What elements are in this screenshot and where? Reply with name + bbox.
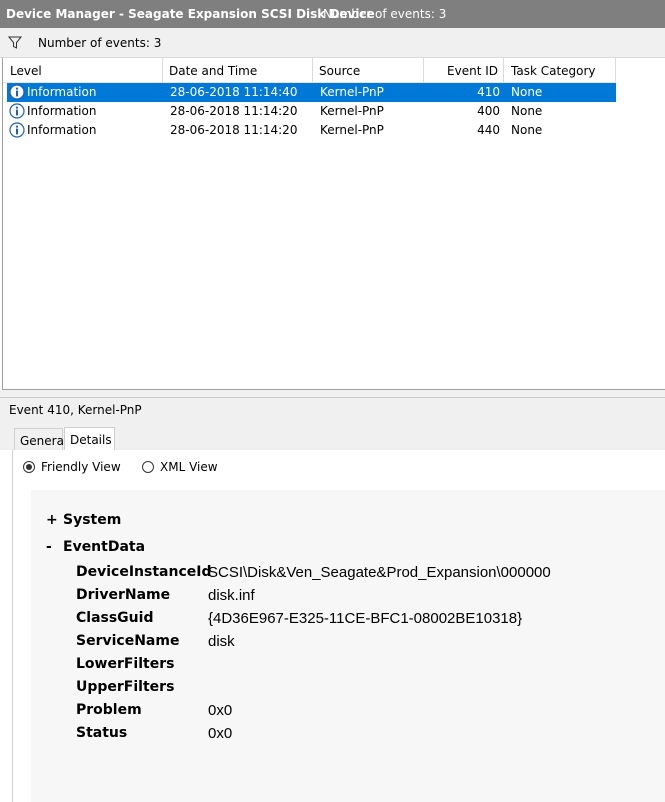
- column-header-source[interactable]: Source: [313, 58, 424, 83]
- cell-date-time: 28-06-2018 11:14:20: [170, 123, 298, 137]
- cell-level: Information: [27, 85, 97, 99]
- detail-tabs: General Details: [0, 422, 665, 451]
- cell-event-id: 440: [477, 123, 500, 137]
- cell-task-category: None: [511, 123, 543, 137]
- detail-value: SCSI\Disk&Ven_Seagate&Prod_Expansion\000…: [208, 564, 551, 581]
- details-panel: Friendly View XML View + System - EventDat…: [12, 450, 665, 802]
- detail-value: 0x0: [208, 702, 233, 719]
- tab-general[interactable]: General: [14, 428, 67, 450]
- cell-source: Kernel-PnP: [320, 85, 384, 99]
- event-details-content: + System - EventData DeviceInstanceId SCSI…: [31, 490, 665, 802]
- collapse-toggle: -: [46, 539, 52, 555]
- events-table[interactable]: Level Date and Time Source Event ID Task…: [2, 58, 665, 390]
- event-detail-header: Event 410, Kernel-PnP: [0, 398, 665, 422]
- information-icon: [9, 103, 25, 119]
- detail-key: ClassGuid: [76, 610, 154, 626]
- eventdata-section-label: EventData: [63, 539, 146, 555]
- detail-value: disk.inf: [208, 587, 255, 604]
- system-section-label: System: [63, 512, 122, 528]
- column-header-task-category[interactable]: Task Category: [504, 58, 616, 83]
- cell-source: Kernel-PnP: [320, 104, 384, 118]
- radio-circle: [23, 461, 35, 473]
- event-count-label: Number of events: 3: [323, 7, 447, 21]
- cell-level: Information: [27, 123, 97, 137]
- cell-event-id: 400: [477, 104, 500, 118]
- detail-value: disk: [208, 633, 235, 650]
- cell-date-time: 28-06-2018 11:14:40: [170, 85, 298, 99]
- table-row[interactable]: Information 28-06-2018 11:14:20 Kernel-P…: [7, 121, 616, 140]
- detail-value: 0x0: [208, 725, 233, 742]
- column-header-level[interactable]: Level: [3, 58, 163, 83]
- detail-value: {4D36E967-E325-11CE-BFC1-08002BE10318}: [208, 610, 523, 627]
- cell-task-category: None: [511, 104, 543, 118]
- detail-key: ServiceName: [76, 633, 180, 649]
- detail-key: DriverName: [76, 587, 171, 603]
- view-options: Friendly View XML View: [13, 450, 654, 490]
- pane-splitter[interactable]: [0, 390, 665, 398]
- cell-date-time: 28-06-2018 11:14:20: [170, 104, 298, 118]
- cell-source: Kernel-PnP: [320, 123, 384, 137]
- cell-task-category: None: [511, 85, 543, 99]
- friendly-view-label: Friendly View: [41, 460, 121, 474]
- xml-view-label: XML View: [160, 460, 218, 474]
- detail-key: Problem: [76, 702, 142, 718]
- system-section-toggle[interactable]: + System: [46, 512, 121, 528]
- filter-bar: Number of events: 3: [0, 28, 665, 58]
- information-icon: [9, 122, 25, 138]
- column-header-event-id[interactable]: Event ID: [424, 58, 504, 83]
- detail-key: UpperFilters: [76, 679, 175, 695]
- title-bar: Device Manager - Seagate Expansion SCSI …: [0, 0, 665, 28]
- cell-level: Information: [27, 104, 97, 118]
- tab-details[interactable]: Details: [64, 427, 115, 451]
- table-row[interactable]: Information 28-06-2018 11:14:20 Kernel-P…: [7, 102, 616, 121]
- eventdata-section-toggle[interactable]: - EventData: [46, 539, 145, 555]
- column-header-date-time[interactable]: Date and Time: [163, 58, 313, 83]
- table-row[interactable]: Information 28-06-2018 11:14:40 Kernel-P…: [7, 83, 616, 102]
- detail-key: LowerFilters: [76, 656, 175, 672]
- detail-key: DeviceInstanceId: [76, 564, 212, 580]
- radio-circle: [142, 461, 154, 473]
- filter-icon[interactable]: [8, 36, 22, 50]
- filter-summary: Number of events: 3: [38, 36, 162, 50]
- expand-toggle: +: [46, 512, 58, 528]
- window-title: Device Manager - Seagate Expansion SCSI …: [6, 7, 375, 21]
- cell-event-id: 410: [477, 85, 500, 99]
- information-icon: [9, 84, 25, 100]
- detail-key: Status: [76, 725, 128, 741]
- event-detail-title: Event 410, Kernel-PnP: [9, 403, 142, 417]
- radio-selected-dot: [26, 464, 32, 470]
